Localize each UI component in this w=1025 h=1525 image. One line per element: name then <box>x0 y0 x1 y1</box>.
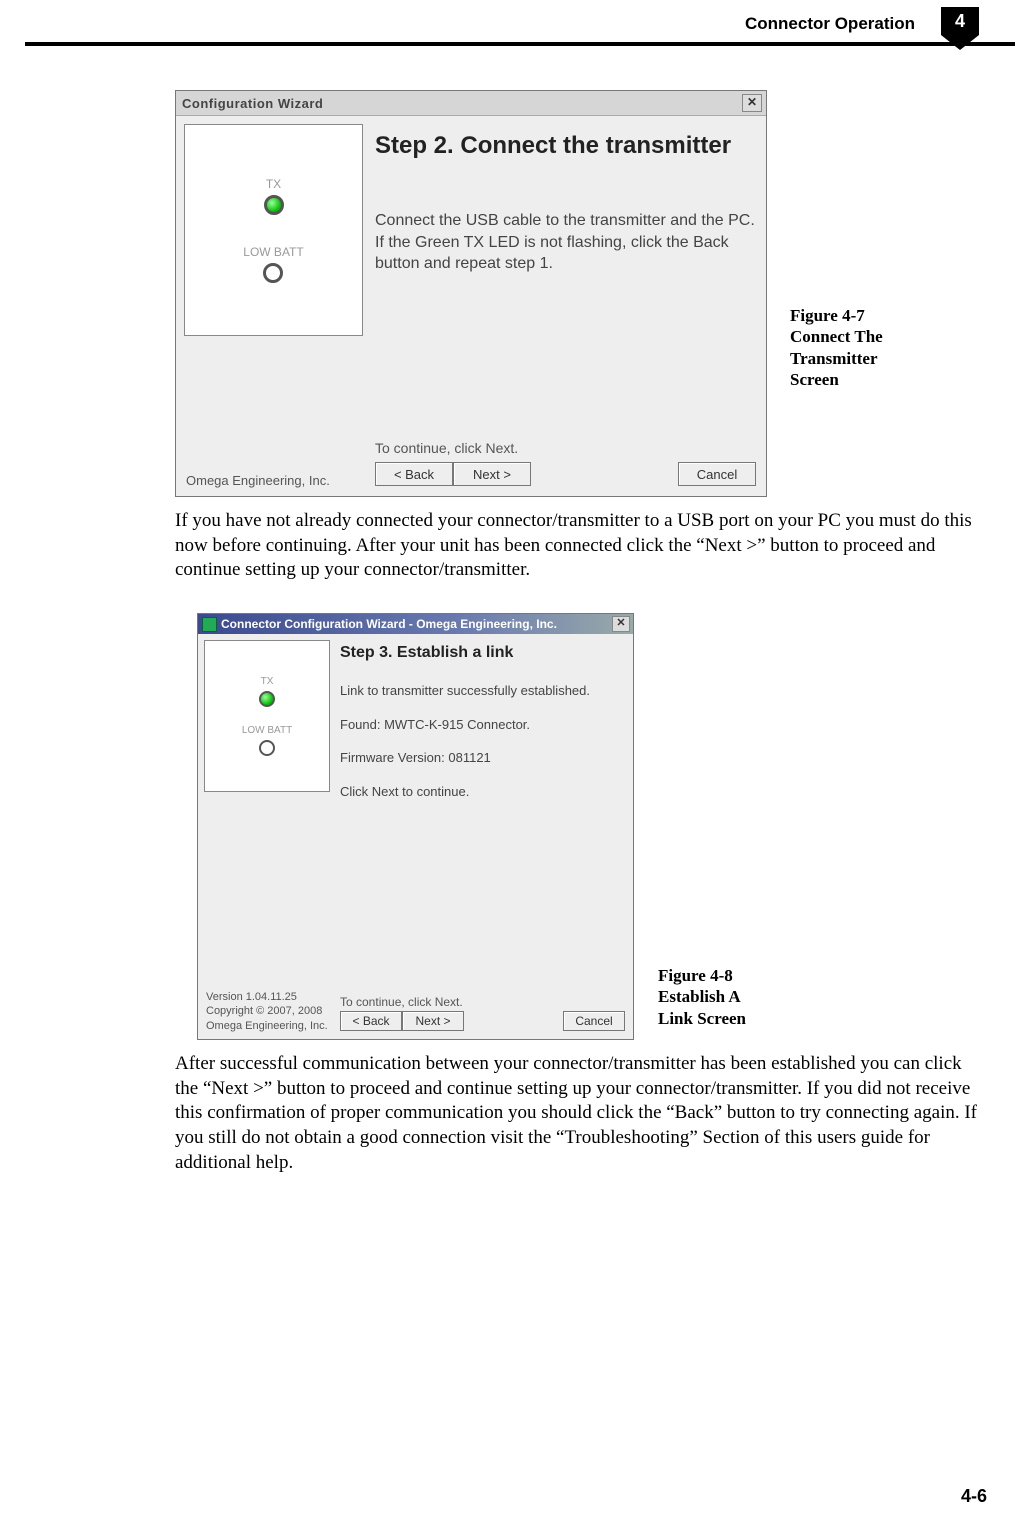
next-button[interactable]: Next > <box>402 1011 464 1031</box>
status-line: Firmware Version: 081121 <box>340 749 625 767</box>
cancel-button[interactable]: Cancel <box>678 462 756 486</box>
lowbatt-led-label: LOW BATT <box>243 245 303 259</box>
figure-caption-line: Establish A <box>658 987 741 1006</box>
page-header: Connector Operation 4 <box>175 0 985 60</box>
status-line: Click Next to continue. <box>340 783 625 801</box>
figure-caption-line: Link Screen <box>658 1009 746 1028</box>
lowbatt-led-group: LOW BATT <box>242 725 292 756</box>
close-button[interactable]: ✕ <box>612 616 630 632</box>
figure-caption-line: Figure 4-8 <box>658 966 733 985</box>
button-row: < Back Next > Cancel <box>340 1011 625 1031</box>
lowbatt-led-group: LOW BATT <box>243 245 303 283</box>
figure-caption-line: Transmitter <box>790 349 878 368</box>
continue-label: To continue, click Next. <box>375 440 756 456</box>
app-icon <box>202 617 217 632</box>
step-body: Connect the USB cable to the transmitter… <box>375 210 756 432</box>
continue-label: To continue, click Next. <box>340 995 625 1009</box>
titlebar-title: Connector Configuration Wizard - Omega E… <box>221 617 557 631</box>
button-row: < Back Next > Cancel <box>375 462 756 486</box>
tx-led-label: TX <box>261 676 274 687</box>
figure-caption-4-8: Figure 4-8 Establish A Link Screen <box>658 965 808 1029</box>
version-block: Version 1.04.11.25 Copyright © 2007, 200… <box>204 988 330 1039</box>
step-title: Step 3. Establish a link <box>340 644 625 662</box>
tx-led-group: TX <box>259 676 275 707</box>
copyright-label: Copyright © 2007, 2008 Omega Engineering… <box>206 1004 330 1033</box>
close-icon: ✕ <box>616 617 625 629</box>
config-wizard-dialog-step2: Configuration Wizard ✕ TX LOW BATT Omega… <box>175 90 767 497</box>
tx-led-group: TX <box>264 177 284 215</box>
chapter-tab: 4 <box>935 7 985 56</box>
version-label: Version 1.04.11.25 <box>206 990 330 1004</box>
header-rule <box>25 42 1015 46</box>
config-wizard-dialog-step3: Connector Configuration Wizard - Omega E… <box>197 613 634 1040</box>
vendor-label: Omega Engineering, Inc. <box>184 467 363 496</box>
lowbatt-led-label: LOW BATT <box>242 725 292 736</box>
chapter-number: 4 <box>941 7 979 35</box>
chapter-title: Connector Operation <box>745 14 915 34</box>
status-line: Found: MWTC-K-915 Connector. <box>340 716 625 734</box>
next-button[interactable]: Next > <box>453 462 531 486</box>
tx-led-icon <box>259 691 275 707</box>
step-body: Link to transmitter successfully establi… <box>340 682 625 991</box>
close-button[interactable]: ✕ <box>742 94 762 112</box>
led-panel: TX LOW BATT <box>204 640 330 792</box>
lowbatt-led-icon <box>263 263 283 283</box>
figure-caption-line: Figure 4-7 <box>790 306 865 325</box>
status-line: Link to transmitter successfully establi… <box>340 682 625 700</box>
lowbatt-led-icon <box>259 740 275 756</box>
titlebar-title: Configuration Wizard <box>182 96 323 111</box>
body-paragraph: After successful communication between y… <box>175 1052 985 1175</box>
titlebar: Connector Configuration Wizard - Omega E… <box>198 614 633 634</box>
figure-caption-4-7: Figure 4-7 Connect The Transmitter Scree… <box>790 305 940 390</box>
back-button[interactable]: < Back <box>340 1011 402 1031</box>
tx-led-label: TX <box>266 177 281 191</box>
figure-caption-line: Screen <box>790 370 839 389</box>
figure-caption-line: Connect The <box>790 327 883 346</box>
titlebar: Configuration Wizard ✕ <box>176 91 766 116</box>
step-title: Step 2. Connect the transmitter <box>375 132 756 160</box>
body-paragraph: If you have not already connected your c… <box>175 509 985 583</box>
back-button[interactable]: < Back <box>375 462 453 486</box>
led-panel: TX LOW BATT <box>184 124 363 336</box>
close-icon: ✕ <box>747 95 757 109</box>
tx-led-icon <box>264 195 284 215</box>
cancel-button[interactable]: Cancel <box>563 1011 625 1031</box>
page-number: 4-6 <box>961 1486 987 1507</box>
